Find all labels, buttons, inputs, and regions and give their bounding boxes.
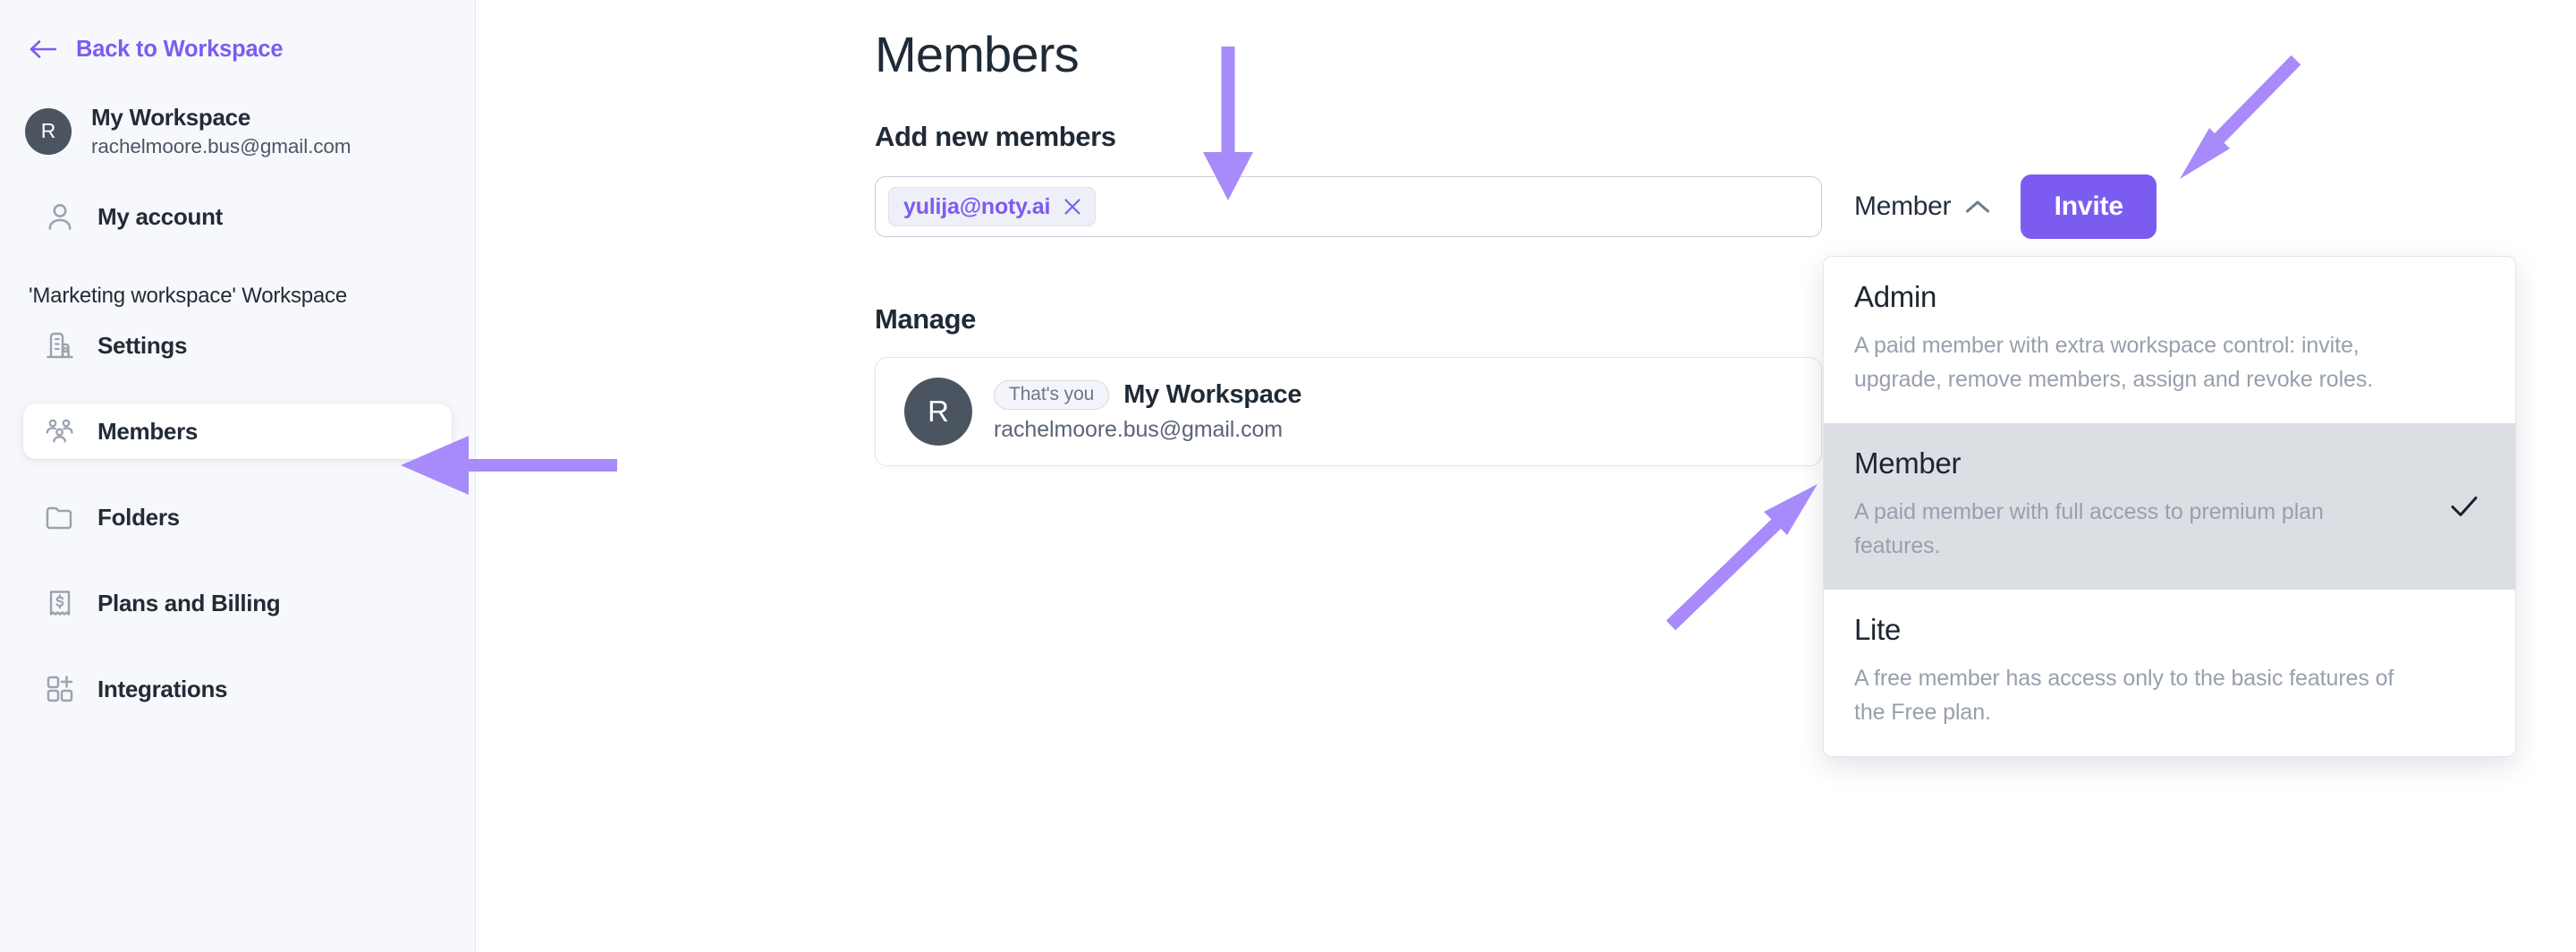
receipt-dollar-icon: [49, 591, 71, 616]
building-icon: [47, 332, 73, 359]
sidebar-item-folders[interactable]: Folders: [23, 489, 452, 545]
role-option-admin[interactable]: Admin A paid member with extra workspace…: [1824, 257, 2515, 423]
workspace-email: rachelmoore.bus@gmail.com: [91, 135, 352, 157]
invite-button[interactable]: Invite: [2021, 174, 2157, 239]
back-to-workspace-link[interactable]: Back to Workspace: [0, 30, 475, 68]
role-option-lite[interactable]: Lite A free member has access only to th…: [1824, 590, 2515, 756]
email-input[interactable]: yulija@noty.ai: [875, 176, 1822, 237]
workspace-name: My Workspace: [91, 104, 250, 131]
role-option-description: A free member has access only to the bas…: [1854, 666, 2394, 725]
sidebar-item-label: Folders: [97, 503, 180, 531]
sidebar-item-members[interactable]: Members: [23, 404, 452, 459]
users-group-icon: [46, 419, 73, 443]
user-icon: [48, 204, 72, 230]
role-option-title: Member: [1854, 446, 1962, 480]
folder-icon: [46, 506, 72, 530]
sidebar-item-label: Settings: [97, 331, 188, 359]
workspace-account-row[interactable]: R My Workspace rachelmoore.bus@gmail.com: [0, 104, 475, 158]
page-title: Members: [875, 26, 1080, 82]
members-settings-page: Back to Workspace R My Workspace rachelm…: [0, 0, 2576, 952]
role-select[interactable]: Member: [1854, 176, 1990, 237]
sidebar-item-label: Members: [97, 417, 199, 445]
invite-row: yulija@noty.ai Member Invite: [875, 174, 2576, 239]
role-dropdown-menu: Admin A paid member with extra workspace…: [1823, 256, 2516, 757]
close-icon[interactable]: [1063, 197, 1082, 217]
sidebar: Back to Workspace R My Workspace rachelm…: [0, 0, 476, 952]
add-new-members-heading: Add new members: [875, 121, 1116, 152]
member-email: rachelmoore.bus@gmail.com: [994, 417, 1284, 442]
back-to-workspace-label: Back to Workspace: [76, 36, 284, 62]
chevron-up-icon: [1966, 200, 1990, 213]
sidebar-item-label: Plans and Billing: [97, 589, 281, 616]
email-chip-label: yulija@noty.ai: [903, 193, 1051, 219]
grid-plus-icon: [47, 676, 73, 702]
role-option-member[interactable]: Member A paid member with full access to…: [1824, 423, 2515, 590]
arrow-left-icon: [30, 40, 56, 58]
role-option-title: Lite: [1854, 613, 1902, 646]
role-option-description: A paid member with extra workspace contr…: [1854, 333, 2374, 392]
sidebar-section-label: 'Marketing workspace' Workspace: [29, 284, 347, 308]
sidebar-item-settings[interactable]: Settings: [23, 318, 452, 373]
member-name: My Workspace: [1123, 380, 1302, 409]
email-chip[interactable]: yulija@noty.ai: [888, 187, 1097, 226]
role-select-value: Member: [1854, 191, 1952, 221]
sidebar-item-label: My account: [97, 202, 224, 230]
avatar: R: [25, 107, 72, 155]
thats-you-badge: That's you: [994, 380, 1110, 410]
sidebar-item-integrations[interactable]: Integrations: [23, 661, 452, 717]
check-icon: [2451, 497, 2478, 516]
sidebar-nav: Settings Members Folders Plans and Billi…: [0, 318, 475, 717]
role-option-title: Admin: [1854, 280, 1937, 313]
avatar: R: [904, 378, 972, 446]
role-option-description: A paid member with full access to premiu…: [1854, 499, 2324, 558]
member-row[interactable]: R That's you My Workspace rachelmoore.bu…: [875, 357, 1822, 466]
sidebar-item-my-account[interactable]: My account: [23, 189, 452, 244]
sidebar-item-label: Integrations: [97, 675, 228, 702]
sidebar-item-plans-and-billing[interactable]: Plans and Billing: [23, 575, 452, 631]
